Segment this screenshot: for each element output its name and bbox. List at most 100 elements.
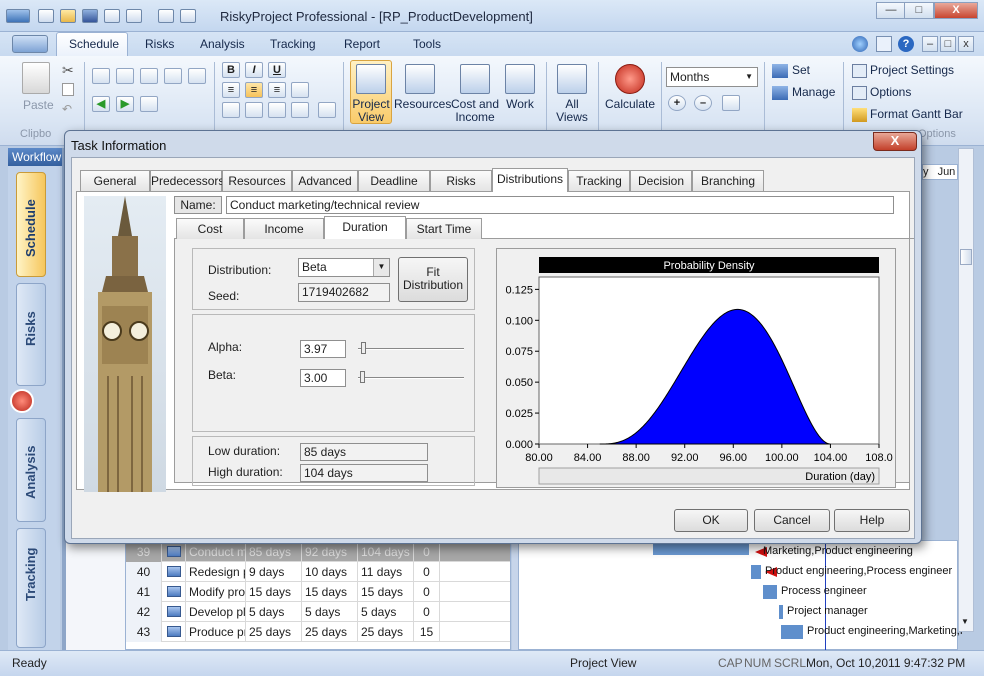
alpha-slider-thumb[interactable] (361, 342, 367, 354)
gantt-bar[interactable] (779, 605, 783, 619)
format-gantt-button[interactable]: Format Gantt Bar (870, 107, 963, 121)
gantt-bar[interactable] (763, 585, 777, 599)
save-icon[interactable] (82, 9, 98, 23)
dtab-predecessors[interactable]: Predecessors (150, 170, 224, 191)
tab-tools[interactable]: Tools (413, 37, 441, 51)
split-icon[interactable] (188, 68, 206, 84)
arrow-left-icon[interactable]: ◀ (92, 96, 110, 112)
beta-slider-thumb[interactable] (360, 371, 366, 383)
ok-button[interactable]: OK (674, 509, 748, 532)
cancel-button[interactable]: Cancel (754, 509, 830, 532)
vtab-risks[interactable]: Risks (16, 283, 46, 386)
project-view-button[interactable]: Project View (350, 64, 392, 124)
doc-minimize-button[interactable]: – (922, 36, 938, 52)
close-button[interactable]: X (934, 2, 978, 19)
print-preview-icon[interactable] (158, 9, 174, 23)
timescale-select[interactable]: Months ▼ (666, 67, 758, 87)
subtab-income[interactable]: Income (244, 218, 324, 239)
vtab-tracking[interactable]: Tracking (16, 528, 46, 648)
calculate-button[interactable]: Calculate (604, 64, 656, 111)
options-gear-icon[interactable] (852, 86, 867, 100)
subtab-cost[interactable]: Cost (176, 218, 244, 239)
table-row[interactable]: 43 Produce pr 25 days 25 days 25 days 15 (126, 622, 510, 642)
scroll-down-icon[interactable]: ▼ (961, 617, 969, 626)
folder-icon[interactable] (180, 9, 196, 23)
dtab-advanced[interactable]: Advanced (292, 170, 358, 191)
delete-row-icon[interactable] (245, 102, 263, 118)
underline-button[interactable]: U (268, 62, 286, 78)
dtab-general[interactable]: General (80, 170, 150, 191)
options-icon[interactable] (876, 36, 892, 52)
manage-baseline-icon[interactable] (772, 86, 788, 100)
fit-distribution-button[interactable]: Fit Distribution (398, 257, 468, 302)
table-row[interactable]: 42Develop pla5 days5 days5 days0 (126, 602, 510, 622)
table-row[interactable]: 39 Conduct ma85 days92 days104 days0 (126, 542, 510, 562)
cost-income-button[interactable]: Cost and Income (448, 64, 502, 124)
work-button[interactable]: Work (502, 64, 538, 111)
italic-button[interactable]: I (245, 62, 263, 78)
paste-icon[interactable] (22, 62, 50, 94)
minimize-button[interactable]: — (876, 2, 906, 19)
doc-close-button[interactable]: x (958, 36, 974, 52)
tab-risks[interactable]: Risks (145, 37, 174, 51)
doc-restore-button[interactable]: □ (940, 36, 956, 52)
table-row[interactable]: 40 Redesign p9 days 10 days 11 days 0 (126, 562, 510, 582)
alpha-input[interactable]: 3.97 (300, 340, 346, 358)
cut-icon[interactable]: ✂ (62, 62, 74, 79)
zoom-out-icon[interactable]: – (694, 95, 712, 111)
unlink-icon[interactable] (164, 68, 182, 84)
new-file-icon[interactable] (38, 9, 54, 23)
arrow-right-icon[interactable]: ▶ (116, 96, 134, 112)
link-icon[interactable] (140, 68, 158, 84)
tab-tracking[interactable]: Tracking (270, 37, 316, 51)
dtab-risks[interactable]: Risks (430, 170, 492, 191)
globe-icon[interactable] (852, 36, 868, 52)
help-button[interactable]: Help (834, 509, 910, 532)
zoom-fit-icon[interactable] (722, 95, 740, 111)
options-button[interactable]: Options (870, 85, 911, 99)
seed-input[interactable]: 1719402682 (298, 283, 390, 302)
vtab-analysis[interactable]: Analysis (16, 418, 46, 522)
align-left-icon[interactable]: ≡ (222, 82, 240, 98)
maximize-button[interactable]: □ (904, 2, 934, 19)
align-center-icon[interactable]: ≡ (245, 82, 263, 98)
print-icon[interactable] (126, 9, 142, 23)
project-settings-button[interactable]: Project Settings (870, 63, 954, 77)
undo-icon[interactable]: ↶ (62, 102, 72, 116)
indent-icon[interactable] (92, 68, 110, 84)
all-views-button[interactable]: All Views (552, 64, 592, 124)
dtab-deadline[interactable]: Deadline (358, 170, 430, 191)
tab-analysis[interactable]: Analysis (200, 37, 245, 51)
vtab-schedule[interactable]: Schedule (16, 172, 46, 277)
dtab-distributions[interactable]: Distributions (492, 168, 568, 192)
table-icon[interactable] (268, 102, 286, 118)
dtab-tracking[interactable]: Tracking (568, 170, 630, 191)
alpha-slider[interactable] (358, 342, 464, 356)
set-button[interactable]: Set (792, 63, 810, 77)
file-menu-button[interactable] (12, 35, 48, 53)
dialog-close-button[interactable]: X (873, 132, 917, 151)
help-icon[interactable]: ? (898, 36, 914, 52)
open-folder-icon[interactable] (60, 9, 76, 23)
project-settings-icon[interactable] (852, 64, 867, 78)
align-right-icon[interactable]: ≡ (268, 82, 286, 98)
subtab-start-time[interactable]: Start Time (406, 218, 482, 239)
task-info-icon[interactable] (140, 96, 158, 112)
dtab-branching[interactable]: Branching (692, 170, 764, 191)
subtab-duration[interactable]: Duration (324, 216, 406, 239)
copy-icon[interactable] (62, 83, 74, 96)
tab-schedule[interactable]: Schedule (69, 37, 119, 51)
gantt-bar[interactable] (751, 565, 761, 579)
grid-icon[interactable] (291, 102, 309, 118)
beta-slider[interactable] (358, 371, 464, 385)
table-row[interactable]: 41 Modify prot 15 days 15 days 15 days 0 (126, 582, 510, 602)
column-icon[interactable] (291, 82, 309, 98)
zoom-in-icon[interactable]: + (668, 95, 686, 111)
resources-button[interactable]: Resources (394, 64, 451, 111)
dtab-decision[interactable]: Decision (630, 170, 692, 191)
insert-row-icon[interactable] (222, 102, 240, 118)
outdent-icon[interactable] (116, 68, 134, 84)
paste-label[interactable]: Paste (23, 98, 54, 112)
export-icon[interactable] (104, 9, 120, 23)
calculator-shortcut-icon[interactable] (10, 389, 34, 413)
